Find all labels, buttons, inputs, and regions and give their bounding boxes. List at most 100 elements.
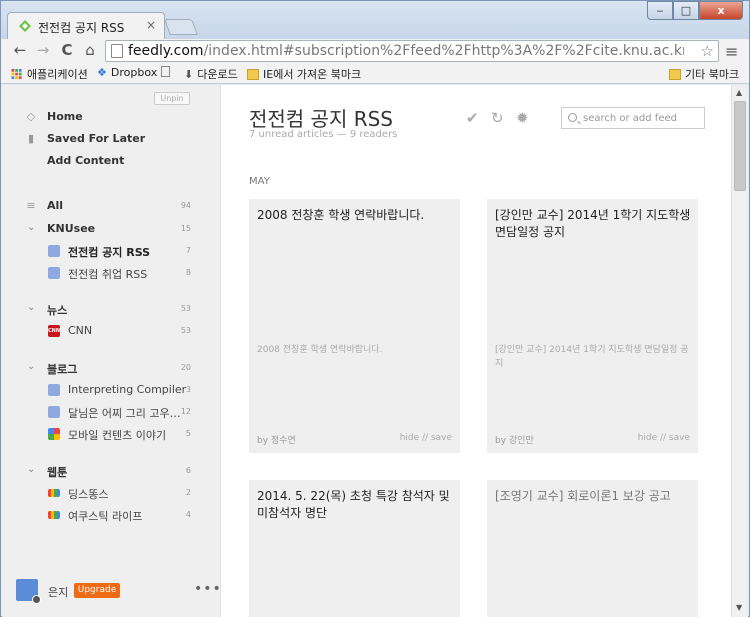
- scroll-up-icon[interactable]: ▲: [736, 88, 742, 97]
- dropbox-icon: ❖: [97, 66, 107, 79]
- bookmark-download-label: 다운로드: [197, 68, 238, 81]
- user-bar: 은지 Upgrade •••: [2, 571, 221, 617]
- page-title: 전전컴 공지 RSS: [249, 107, 394, 131]
- sidebar-feed-item[interactable]: 여쿠스틱 라이프 4: [2, 505, 221, 525]
- sidebar-category-blog[interactable]: ⌄ 블로그 20: [2, 358, 221, 378]
- feed-label: 딩스똥스: [68, 488, 109, 501]
- mark-read-icon[interactable]: ✔: [466, 109, 479, 127]
- bookmark-apps[interactable]: 애플리케이션: [11, 66, 88, 82]
- article-author: by 정수연: [257, 436, 296, 446]
- article-actions[interactable]: hide // save: [400, 433, 452, 443]
- close-window-button[interactable]: x: [699, 1, 743, 20]
- blogger-feed-icon: [48, 511, 60, 519]
- title-bar: 전전컴 공지 RSS × ‒ □ x: [1, 1, 749, 39]
- article-snippet: 2008 전창훈 학생 연락바랍니다.: [257, 345, 383, 355]
- minimize-button[interactable]: ‒: [647, 1, 673, 20]
- search-input[interactable]: [583, 111, 701, 125]
- bookmark-blank[interactable]: [161, 66, 170, 77]
- article-actions[interactable]: hide // save: [638, 433, 690, 443]
- settings-badge-icon: [32, 595, 41, 604]
- unread-count: 53: [180, 326, 191, 335]
- article-title[interactable]: [강인만 교수] 2014년 1학기 지도학생 면담일정 공지: [495, 207, 691, 241]
- article-card[interactable]: 2014. 5. 22(목) 초청 특강 참석자 및 미참석자 명단: [249, 480, 460, 617]
- maximize-button[interactable]: □: [673, 1, 699, 20]
- sidebar-feed-item[interactable]: 딩스똥스 2: [2, 483, 221, 503]
- sidebar-feed-item[interactable]: 달님은 어찌 그리 고우… 12: [2, 402, 221, 422]
- sidebar-add-label: Add Content: [47, 154, 125, 167]
- sidebar-feed-item[interactable]: Interpreting Compiler 3: [2, 380, 221, 400]
- home-icon[interactable]: ⌂: [81, 42, 99, 60]
- unpin-button[interactable]: Unpin: [154, 92, 190, 105]
- scrollbar-thumb[interactable]: [734, 101, 746, 191]
- bookmark-folder-other[interactable]: 기타 북마크: [669, 66, 739, 82]
- browser-toolbar: ← → C ⌂ feedly.com/index.html#subscripti…: [1, 39, 749, 63]
- upgrade-button[interactable]: Upgrade: [74, 583, 120, 598]
- unread-count: 20: [180, 363, 191, 372]
- category-label: 웹툰: [47, 466, 68, 479]
- rss-feed-icon: [48, 384, 60, 396]
- unread-count: 3: [185, 385, 191, 394]
- feedly-page: Unpin ◇ Home ▮ Saved For Later Add Conte…: [2, 85, 748, 617]
- address-bar[interactable]: feedly.com/index.html#subscription%2Ffee…: [105, 40, 719, 62]
- sidebar-category-webtoon[interactable]: ⌄ 웹툰 6: [2, 461, 221, 481]
- sidebar-category-knusee[interactable]: ⌄ KNUsee 15: [2, 219, 221, 239]
- sidebar-all-label: All: [47, 199, 64, 212]
- chevron-down-icon[interactable]: ⌄: [27, 302, 35, 313]
- sidebar: Unpin ◇ Home ▮ Saved For Later Add Conte…: [2, 85, 221, 617]
- sidebar-feed-item[interactable]: 모바일 컨텐츠 이야기 5: [2, 424, 221, 444]
- tab-close-icon[interactable]: ×: [146, 18, 156, 32]
- bookmark-folder-ie[interactable]: IE에서 가져온 북마크: [247, 66, 361, 82]
- scroll-down-icon[interactable]: ▼: [736, 603, 742, 612]
- back-icon[interactable]: ←: [11, 42, 29, 60]
- sidebar-item-home[interactable]: ◇ Home: [2, 107, 221, 127]
- unread-count: 12: [180, 407, 191, 416]
- chevron-down-icon[interactable]: ⌄: [27, 464, 35, 475]
- unread-count: 8: [185, 268, 191, 277]
- more-options-icon[interactable]: •••: [194, 581, 222, 597]
- bookmark-dropbox-label: Dropbox: [110, 66, 158, 79]
- refresh-icon[interactable]: ↻: [491, 109, 504, 127]
- chevron-down-icon[interactable]: ⌄: [27, 361, 35, 372]
- list-icon: ≡: [26, 199, 36, 212]
- article-title[interactable]: 2008 전창훈 학생 연락바랍니다.: [257, 207, 453, 224]
- sidebar-item-all[interactable]: ≡ All 94: [2, 196, 221, 216]
- article-title[interactable]: 2014. 5. 22(목) 초청 특강 참석자 및 미참석자 명단: [257, 488, 453, 522]
- sidebar-feed-item[interactable]: CNN CNN 53: [2, 321, 221, 341]
- browser-window: 전전컴 공지 RSS × ‒ □ x ← → C ⌂ feedly.com/in…: [0, 0, 750, 617]
- bookmark-icon: ▮: [27, 132, 35, 145]
- bookmark-download[interactable]: ⬇ 다운로드: [184, 66, 238, 82]
- rss-feed-icon: [48, 267, 60, 279]
- browser-menu-icon[interactable]: ≡: [725, 42, 738, 61]
- category-label: KNUsee: [47, 222, 96, 235]
- browser-tab[interactable]: 전전컴 공지 RSS ×: [7, 12, 165, 39]
- article-title[interactable]: [조영기 교수] 회로이론1 보강 공고: [495, 488, 691, 505]
- unread-count: 53: [180, 304, 191, 313]
- page-icon: [161, 66, 170, 77]
- article-card[interactable]: [강인만 교수] 2014년 1학기 지도학생 면담일정 공지 [강인만 교수]…: [487, 199, 698, 453]
- bookmark-other-label: 기타 북마크: [685, 68, 740, 81]
- article-card[interactable]: [조영기 교수] 회로이론1 보강 공고: [487, 480, 698, 617]
- unread-count: 6: [185, 466, 191, 475]
- sidebar-item-add-content[interactable]: Add Content: [2, 151, 221, 171]
- chevron-down-icon[interactable]: ⌄: [27, 222, 35, 233]
- sidebar-feed-item[interactable]: 전전컴 취업 RSS 8: [2, 263, 221, 283]
- forward-icon[interactable]: →: [34, 42, 52, 60]
- search-box[interactable]: [561, 107, 705, 129]
- bookmark-star-icon[interactable]: ☆: [701, 42, 714, 60]
- page-scrollbar[interactable]: ▲ ▼: [731, 85, 748, 617]
- article-snippet: [강인만 교수] 2014년 1학기 지도학생 면담일정 공지: [495, 345, 689, 369]
- category-label: 블로그: [47, 363, 78, 376]
- sidebar-feed-item[interactable]: 전전컴 공지 RSS 7: [2, 241, 221, 261]
- sidebar-category-news[interactable]: ⌄ 뉴스 53: [2, 299, 221, 319]
- bookmark-dropbox[interactable]: ❖ Dropbox: [97, 66, 157, 79]
- blogger-feed-icon: [48, 489, 60, 497]
- new-tab-button[interactable]: [164, 19, 198, 35]
- sidebar-item-saved[interactable]: ▮ Saved For Later: [2, 129, 221, 149]
- user-name: 은지: [48, 586, 69, 599]
- reload-icon[interactable]: C: [58, 42, 76, 60]
- settings-icon[interactable]: ✹: [516, 109, 529, 127]
- article-card[interactable]: 2008 전창훈 학생 연락바랍니다. 2008 전창훈 학생 연락바랍니다. …: [249, 199, 460, 453]
- apps-grid-icon: [11, 68, 22, 79]
- section-month-label: MAY: [249, 176, 270, 187]
- google-feed-icon: [48, 428, 60, 440]
